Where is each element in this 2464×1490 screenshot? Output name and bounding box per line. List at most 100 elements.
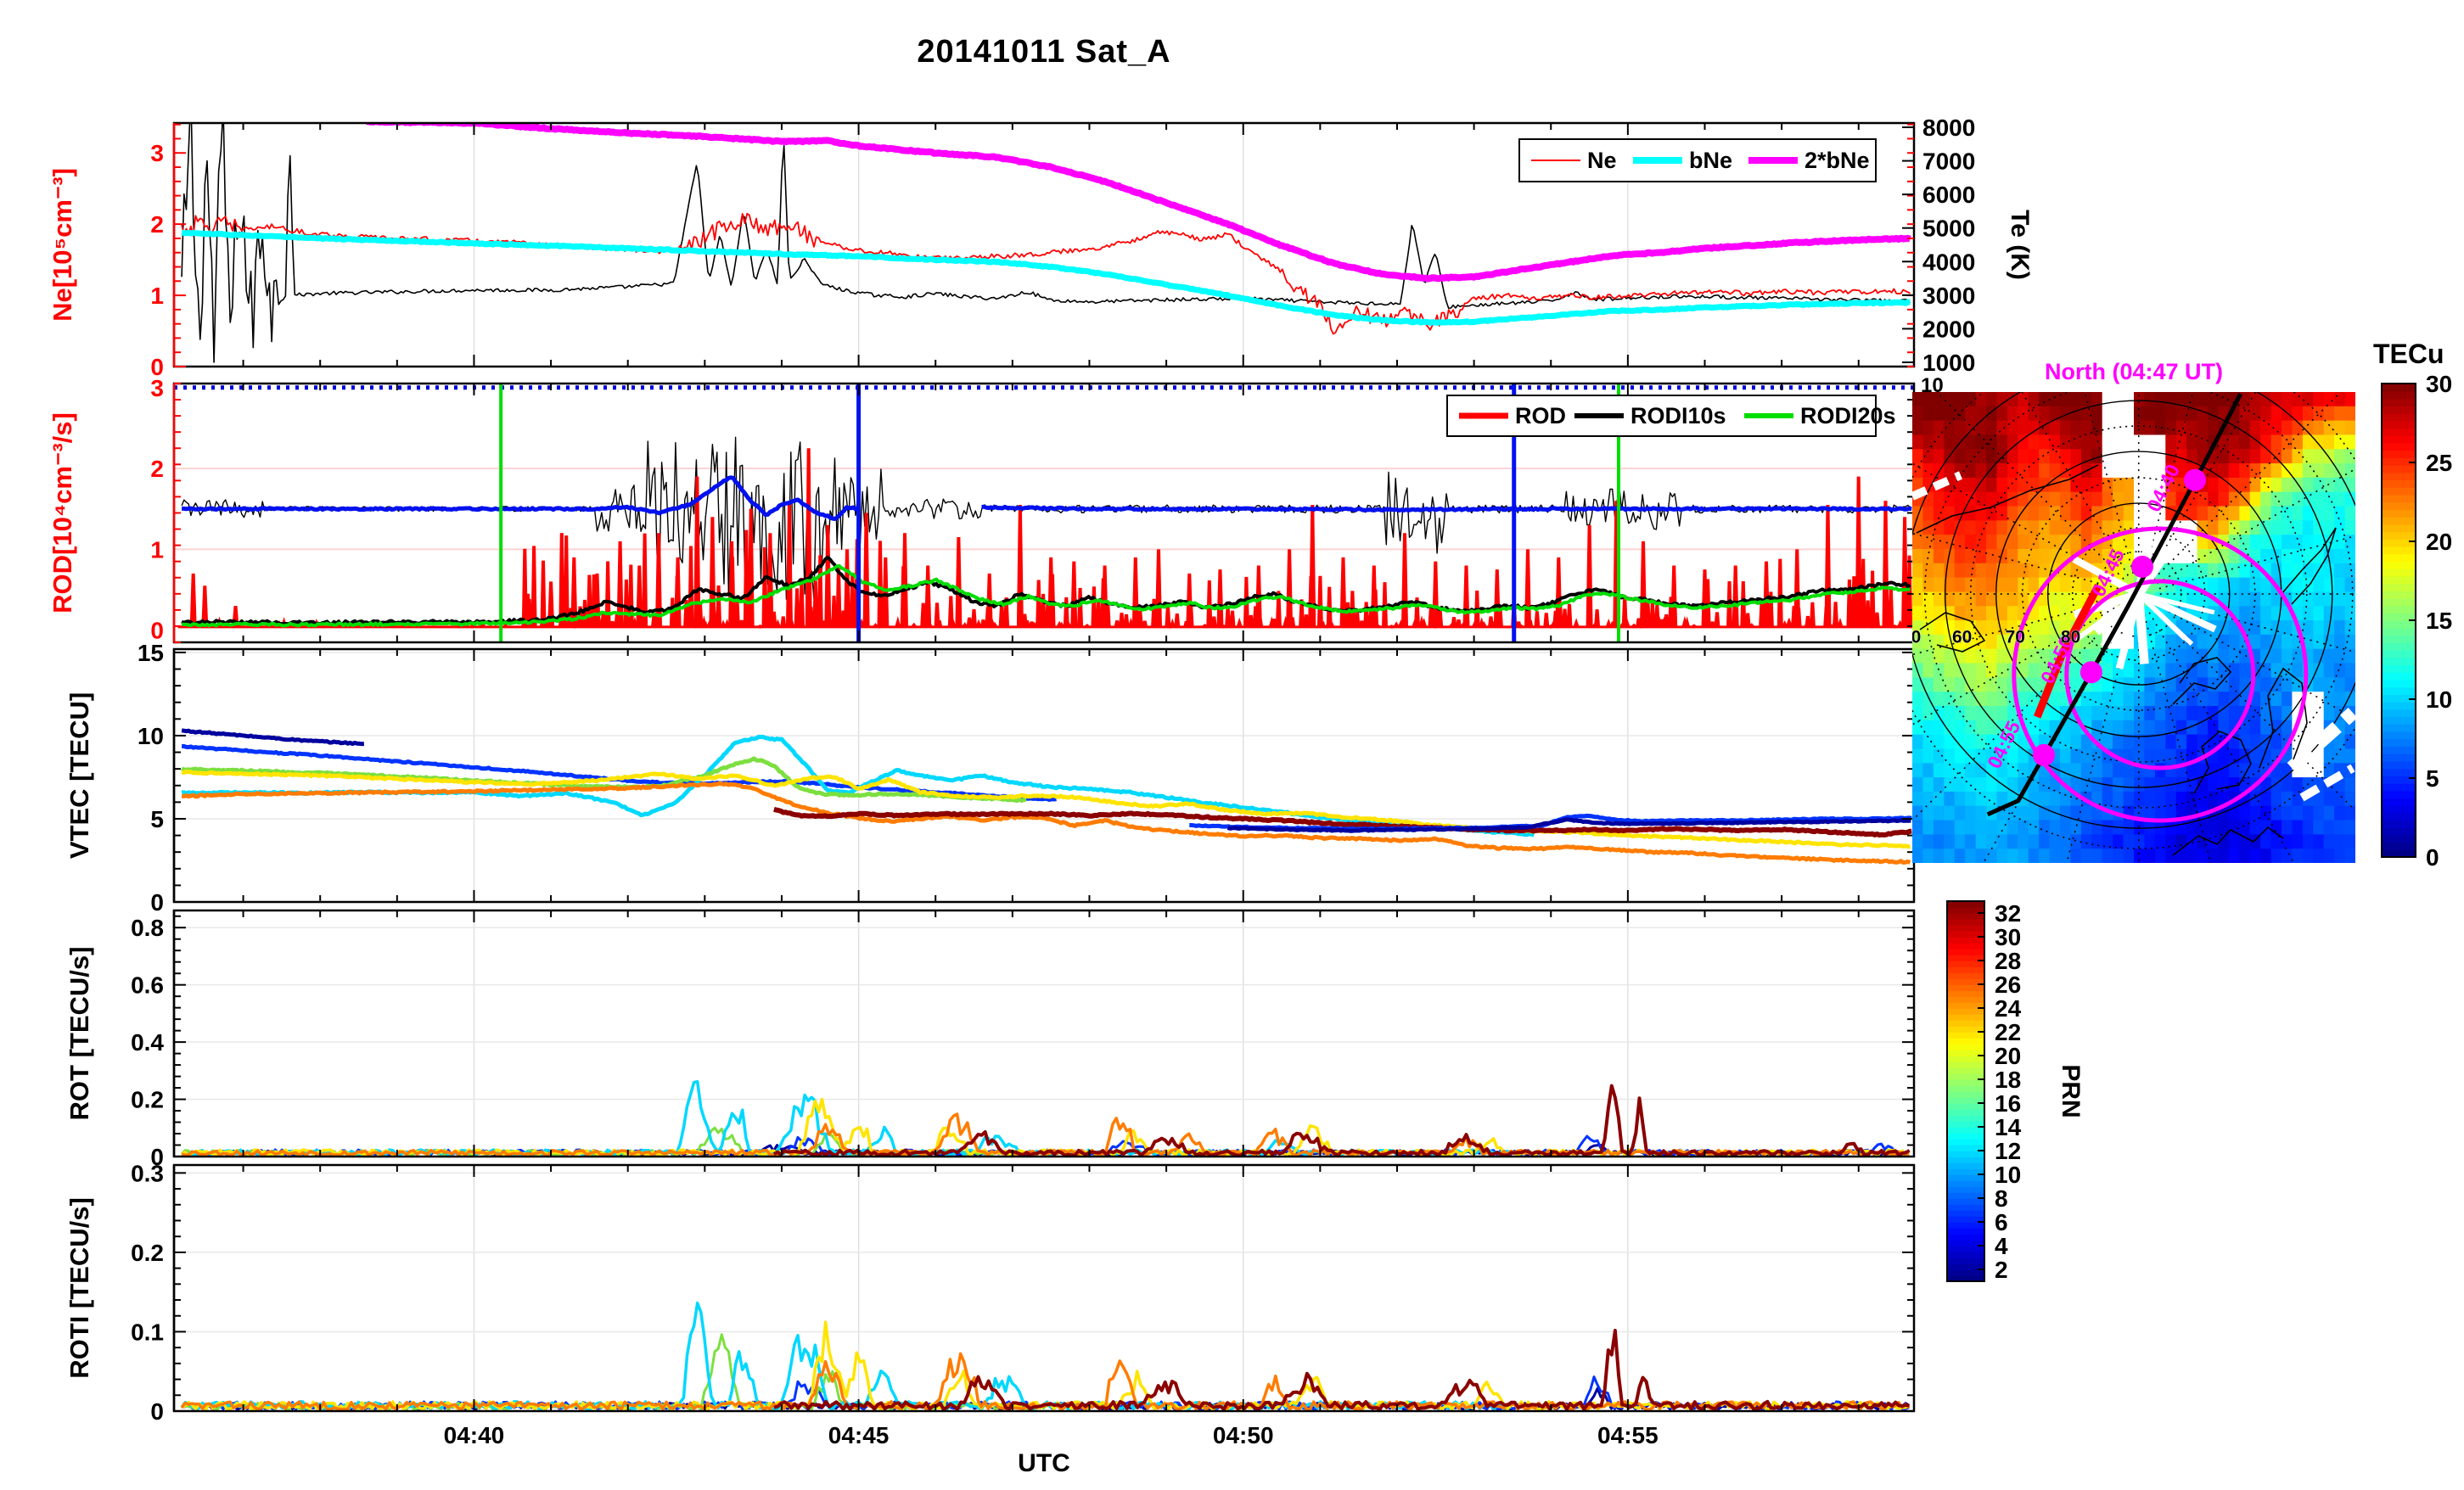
prn-colorbar: 2468101214161820222426283032PRN — [1946, 900, 2085, 1283]
panel-rod: 0123 10ROD[10⁴cm⁻³/s] ROD RODI10s RODI20s — [48, 374, 1944, 644]
series-Te — [181, 123, 1911, 363]
y-tick-label: 0.6 — [131, 972, 164, 999]
y-tick-label: 0.2 — [131, 1240, 164, 1266]
legend-label-RODI20s: RODI20s — [1800, 403, 1896, 429]
panel-vtec: 0 5 10 15 VTEC [TECU] — [65, 640, 1916, 916]
y-tick-label: 0 — [150, 889, 164, 916]
panel-border — [172, 647, 1916, 904]
colorbar-tick-label: 25 — [2426, 450, 2452, 476]
x-tick-label: 04:50 — [1213, 1422, 1274, 1448]
colorbar-axis-label: PRN — [2057, 1064, 2085, 1118]
right-tick-label: 2000 — [1922, 316, 1975, 342]
plot-canvas: 012310002000300040005000600070008000Te (… — [48, 115, 2452, 1448]
colorbar-tick-label: 20 — [1995, 1043, 2021, 1069]
colorbar-tick-label: 12 — [1995, 1138, 2021, 1164]
track-time-dot — [2184, 468, 2207, 491]
panel-ne: 012310002000300040005000600070008000Te (… — [48, 115, 2034, 380]
series-rot-yellow — [181, 1097, 1911, 1157]
series-roti-green — [181, 1333, 1051, 1411]
right-tick-label: 4000 — [1922, 249, 1975, 275]
series-prn-yellow — [181, 769, 1911, 849]
colorbar-tick-label: 16 — [1995, 1090, 2021, 1117]
colorbar-tick-label: 22 — [1995, 1019, 2021, 1045]
colorbar-tick-label: 28 — [1995, 948, 2021, 974]
colorbar-tick-label: 5 — [2426, 765, 2439, 792]
colorbar-tick-label: 30 — [1995, 924, 2021, 950]
x-tick-label: 04:45 — [828, 1422, 890, 1448]
colorbar-tick-label: 10 — [2426, 686, 2452, 713]
map-title: North (04:47 UT) — [2045, 359, 2223, 384]
lat-label: 50 — [1901, 627, 1921, 647]
y-tick-label: 0.2 — [131, 1087, 164, 1113]
colorbar-tick-label: 24 — [1995, 995, 2022, 1022]
right-tick-label: 5000 — [1922, 216, 1975, 242]
y-tick-label: 1 — [150, 283, 164, 309]
track-time-dot — [2033, 743, 2056, 766]
panel-border — [172, 909, 1916, 1158]
colorbar-title: TECu — [2373, 339, 2444, 369]
track-time-dot — [2080, 661, 2102, 684]
track-time-dot — [2130, 555, 2153, 578]
series-baseline-blue-a — [182, 475, 858, 521]
y-tick-label: 3 — [150, 375, 164, 401]
y-tick-label: 3 — [150, 140, 164, 166]
series-bNe — [181, 229, 1911, 326]
series-rot-maroon — [772, 1084, 1911, 1157]
legend-label-RODI10s: RODI10s — [1631, 403, 1726, 429]
right-tick-label: 7000 — [1922, 148, 1975, 175]
series-baseline-blue-b — [981, 504, 1912, 513]
y-tick-label: 15 — [138, 640, 164, 666]
panel-roti-series — [180, 1301, 1911, 1411]
right-tick-label: 8000 — [1922, 115, 1975, 141]
y-axis-title: ROT [TECU/s] — [65, 947, 94, 1121]
y-axis-title: ROTI [TECU/s] — [65, 1197, 94, 1379]
colorbar-tick-label: 2 — [1995, 1257, 2008, 1283]
y-tick-label: 0.8 — [131, 915, 164, 941]
panel-border — [172, 1163, 1916, 1413]
y-axis-title: ROD[10⁴cm⁻³/s] — [48, 412, 77, 613]
lat-label: 80 — [2061, 627, 2080, 647]
legend: ROD RODI10s RODI20s — [1446, 395, 1896, 437]
legend-label-bNe: bNe — [1689, 148, 1732, 173]
y-tick-label: 1 — [150, 536, 164, 563]
legend-label-2*bNe: 2*bNe — [1805, 148, 1870, 173]
right-axis-title: Te (K) — [2006, 210, 2034, 280]
series-Ne — [181, 212, 1911, 335]
panel-ne-series — [181, 123, 1911, 363]
lat-label: 70 — [2006, 627, 2025, 647]
colorbar-tick-label: 32 — [1995, 900, 2021, 927]
colorbar-tick-label: 26 — [1995, 972, 2021, 998]
colorbar-tick-label: 30 — [2426, 371, 2452, 397]
y-tick-label: 0.3 — [131, 1160, 164, 1186]
colorbar-tick-label: 20 — [2426, 529, 2452, 555]
y-tick-label: 0.4 — [131, 1029, 164, 1056]
right-tick-label: 3000 — [1922, 283, 1975, 309]
series-roti-orange — [180, 1352, 1911, 1411]
colorbar-tick-label: 4 — [1995, 1233, 2008, 1259]
series-detrend-noise — [181, 436, 1911, 602]
legend-label-ROD: ROD — [1515, 403, 1566, 429]
figure-root: 20141011 Sat_A UTC 0 1 2 3 1000 2000 3000 4000 5… — [0, 0, 2464, 1490]
panel-vtec-series — [181, 728, 1912, 865]
colorbar-tick-label: 10 — [1995, 1162, 2021, 1188]
right-tick-label: 6000 — [1922, 182, 1975, 208]
x-tick-label: 04:40 — [444, 1422, 505, 1448]
panel-rot-series — [180, 1079, 1911, 1157]
y-tick-label: 10 — [138, 723, 164, 749]
series-roti-maroon — [773, 1329, 1910, 1411]
colorbar-tick-label: 0 — [2426, 844, 2439, 871]
colorbar-tick-label: 6 — [1995, 1209, 2008, 1235]
lat-label: 60 — [1952, 627, 1972, 647]
y-tick-label: 5 — [150, 806, 164, 832]
colorbar-tick-label: 15 — [2426, 608, 2452, 634]
series-prn-navy-a — [181, 728, 364, 747]
y-tick-label: 2 — [150, 211, 164, 238]
colorbar-tick-label: 8 — [1995, 1185, 2008, 1212]
panel-roti: 0 0.1 0.2 0.3 ROTI [TECU/s] 04:40 04:45 04:50 04… — [65, 1160, 1916, 1448]
panel-rot: 00.20.40.60.8ROT [TECU/s] — [65, 909, 1916, 1170]
colorbar-tick-label: 14 — [1995, 1114, 2022, 1140]
legend-label-Ne: Ne — [1587, 148, 1617, 173]
y-axis-title: Ne[10⁵cm⁻³] — [48, 168, 77, 322]
tecu-colorbar: 0 5 10 15 20 25 30TECu — [2373, 339, 2452, 871]
right-tick-label: 1000 — [1922, 350, 1975, 376]
